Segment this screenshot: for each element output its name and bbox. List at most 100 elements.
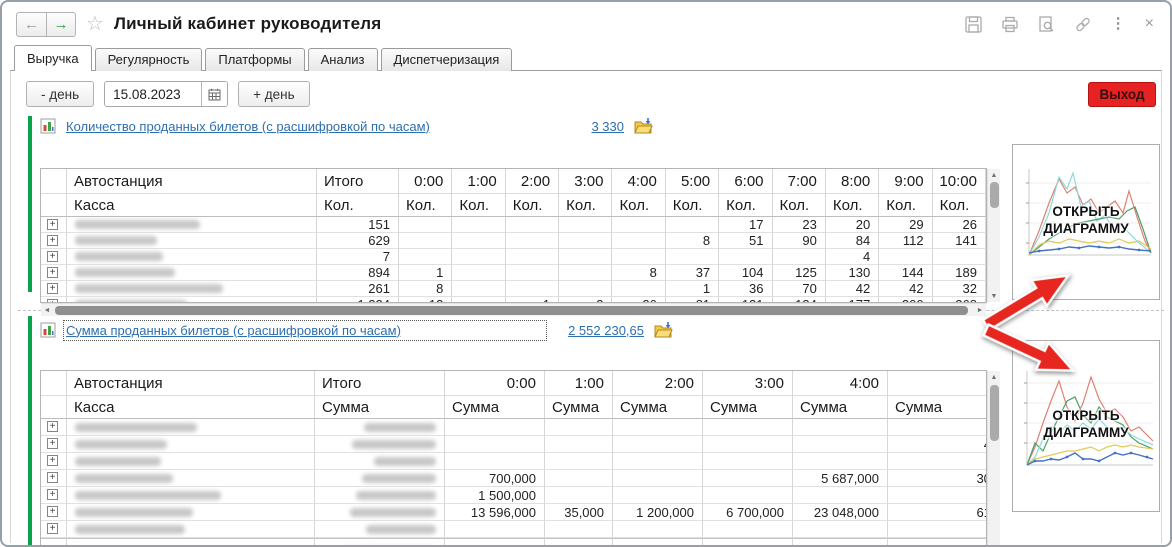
hour-value-cell[interactable]: 75 [888, 487, 986, 504]
station-name-redacted[interactable] [67, 504, 315, 521]
hour-value-cell[interactable] [445, 453, 545, 470]
hour-value-cell[interactable] [445, 436, 545, 453]
hour-value-cell[interactable] [933, 249, 986, 265]
expand-plus-icon[interactable]: + [47, 267, 58, 278]
station-row[interactable]: + [41, 419, 986, 436]
save-icon[interactable] [965, 16, 982, 33]
hour-value-cell[interactable] [559, 281, 612, 297]
hour-value-cell[interactable] [452, 265, 505, 281]
more-menu-icon[interactable]: ⋮ [1111, 17, 1126, 31]
vertical-scroll-thumb[interactable] [990, 385, 999, 441]
total-cell[interactable]: 261 [317, 281, 399, 297]
open-folder-icon[interactable] [634, 118, 653, 134]
open-folder-icon[interactable] [654, 322, 673, 338]
link-icon[interactable] [1074, 16, 1092, 33]
hour-value-cell[interactable] [613, 487, 703, 504]
hour-value-cell[interactable]: 8 [612, 265, 665, 281]
hour-value-cell[interactable] [452, 233, 505, 249]
hour-value-cell[interactable] [613, 453, 703, 470]
hour-value-cell[interactable] [703, 487, 793, 504]
row-expander[interactable]: + [41, 470, 67, 487]
hour-value-cell[interactable]: 51 [719, 233, 772, 249]
station-name-redacted[interactable] [67, 521, 315, 538]
print-icon[interactable] [1001, 16, 1019, 33]
calendar-icon[interactable] [201, 82, 227, 106]
hour-value-cell[interactable]: 8 [399, 281, 452, 297]
hour-value-cell[interactable] [506, 233, 559, 249]
hour-value-cell[interactable] [613, 419, 703, 436]
hour-value-cell[interactable] [612, 281, 665, 297]
station-row[interactable]: +1 500,00075 [41, 487, 986, 504]
row-expander[interactable]: + [41, 504, 67, 521]
station-name-redacted[interactable] [67, 249, 317, 265]
hour-value-cell[interactable] [545, 470, 613, 487]
station-name-redacted[interactable] [67, 281, 317, 297]
total-cell[interactable] [315, 436, 445, 453]
hour-value-cell[interactable] [793, 487, 888, 504]
hour-value-cell[interactable] [879, 249, 932, 265]
expand-plus-icon[interactable]: + [47, 251, 58, 262]
hour-value-cell[interactable] [703, 419, 793, 436]
hour-value-cell[interactable]: 90 [773, 233, 826, 249]
expand-plus-icon[interactable]: + [47, 235, 58, 246]
total-cell[interactable] [315, 521, 445, 538]
hour-value-cell[interactable] [445, 521, 545, 538]
open-diagram-label[interactable]: ОТКРЫТЬ ДИАГРАММУ [1013, 407, 1159, 441]
hour-value-cell[interactable]: 112 [879, 233, 932, 249]
station-name-redacted[interactable] [67, 453, 315, 470]
scroll-up-icon[interactable]: ▲ [988, 169, 1000, 181]
hour-value-cell[interactable]: 42 [826, 281, 879, 297]
station-row[interactable]: +8941837104125130144189 [41, 265, 986, 281]
total-cell[interactable] [315, 504, 445, 521]
hour-value-cell[interactable] [545, 487, 613, 504]
hour-value-cell[interactable] [506, 281, 559, 297]
hour-value-cell[interactable] [703, 453, 793, 470]
station-name-redacted[interactable] [67, 487, 315, 504]
hour-value-cell[interactable]: 17 [719, 217, 772, 233]
preview-icon[interactable] [1038, 16, 1055, 33]
tickets-sum-total-link[interactable]: 2 552 230,65 [554, 323, 644, 338]
expand-plus-icon[interactable]: + [47, 506, 58, 517]
station-row[interactable]: +6298519084112141 [41, 233, 986, 249]
hour-value-cell[interactable] [545, 453, 613, 470]
hour-value-cell[interactable] [613, 521, 703, 538]
vertical-scroll-thumb[interactable] [990, 182, 999, 208]
expand-plus-icon[interactable]: + [47, 421, 58, 432]
total-cell[interactable] [315, 470, 445, 487]
expand-plus-icon[interactable]: + [47, 455, 58, 466]
station-name-redacted[interactable] [67, 265, 317, 281]
station-row[interactable]: +4 75 [41, 436, 986, 453]
expand-plus-icon[interactable]: + [47, 489, 58, 500]
hour-value-cell[interactable] [452, 217, 505, 233]
row-expander[interactable]: + [41, 521, 67, 538]
hour-value-cell[interactable] [612, 249, 665, 265]
hour-value-cell[interactable]: 30 32 [888, 470, 986, 487]
plus-day-button[interactable]: + день [238, 81, 310, 107]
hour-value-cell[interactable]: 4 75 [888, 436, 986, 453]
hour-value-cell[interactable]: 1 200,000 [613, 504, 703, 521]
hour-value-cell[interactable]: 13 596,000 [445, 504, 545, 521]
station-name-redacted[interactable] [67, 419, 315, 436]
hour-value-cell[interactable] [888, 521, 986, 538]
vertical-scrollbar[interactable]: ▲ [987, 371, 1000, 547]
tickets-count-link[interactable]: Количество проданных билетов (с расшифро… [66, 119, 544, 134]
hour-value-cell[interactable] [793, 453, 888, 470]
hour-value-cell[interactable] [545, 419, 613, 436]
tab-dispetcherizaciya[interactable]: Диспетчеризация [381, 48, 513, 71]
hour-value-cell[interactable] [506, 265, 559, 281]
hour-value-cell[interactable]: 8 [666, 233, 719, 249]
total-cell[interactable]: 151 [317, 217, 399, 233]
hour-value-cell[interactable] [793, 419, 888, 436]
row-expander[interactable]: + [41, 487, 67, 504]
station-row[interactable]: + [41, 453, 986, 470]
tab-regulyarnost[interactable]: Регулярность [95, 48, 203, 71]
station-row[interactable]: +13 596,00035,0001 200,0006 700,00023 04… [41, 504, 986, 521]
hour-value-cell[interactable]: 70 [773, 281, 826, 297]
expand-plus-icon[interactable]: + [47, 219, 58, 230]
total-cell[interactable] [315, 453, 445, 470]
station-name-redacted[interactable] [67, 470, 315, 487]
row-expander[interactable]: + [41, 233, 67, 249]
vertical-scrollbar[interactable]: ▲ ▼ [987, 169, 1000, 302]
tab-analiz[interactable]: Анализ [308, 48, 378, 71]
hour-value-cell[interactable] [666, 217, 719, 233]
